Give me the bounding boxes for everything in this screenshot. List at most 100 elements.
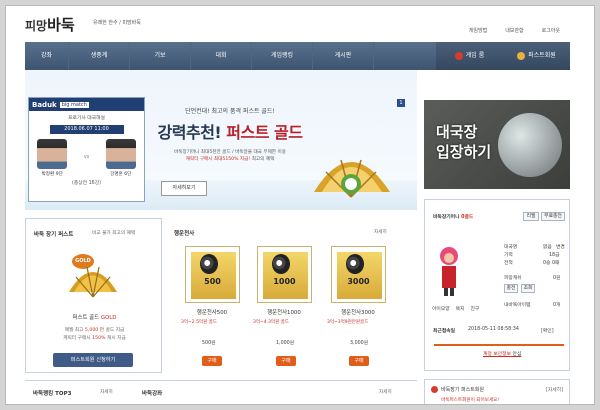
banner-detail-tail: 최고의 혜택 [251,157,275,162]
avatar-link-friends[interactable]: 친구 [470,305,479,312]
nav-records[interactable]: 기보 [130,42,191,70]
big-match-date: 2018.06.07 11:00 [49,125,124,134]
ranking-more-link[interactable]: 자세히 [100,389,113,395]
banner-detail-red: 캐릭터 구매시 최대5150% 지급! [185,157,251,162]
product-name: 퍼스트 골드 GOLD [26,313,163,321]
product-tagline: 비교 불가 최고의 혜택 [92,231,136,236]
slogan: 유쾌한 한수 / 피망바둑 [93,20,141,26]
item-price: 500원 [202,341,216,346]
nav-ranking[interactable]: 게임랭킹 [252,42,313,70]
lectures-more-link[interactable]: 자세히 [379,389,392,395]
gold-fan-icon [314,159,390,198]
row-val-name: 없음 [543,245,552,250]
row-val-record: 0승 0패 [543,261,560,266]
logo-prefix: 피망 [25,19,48,33]
apply-first-member-button[interactable]: 퍼스트회원 신청하기 [53,353,133,367]
buy-button[interactable]: 구매 [276,356,296,366]
enter-game-promo[interactable]: 대국장 입장하기 [424,100,570,189]
nav-live[interactable]: 생중계 [69,42,130,70]
banner-detail-line1: 바둑장기머니 최대5천만 골드 / 바둑알을 대국 무제한 이용 [174,150,286,155]
first-gold-box: 바둑 장기 퍼스트 비교 불가 최고의 혜택 GOLD 퍼스트 골드 GOLD … [25,218,162,373]
item-card-number: 500 [204,277,221,286]
notice-title: 바둑장기 퍼스트회원 [441,387,484,393]
buy-button[interactable]: 구매 [202,356,222,366]
row-key-record: 전적 [504,261,513,266]
angel-icon [346,254,364,274]
top-link-guide[interactable]: 게임방법 [469,27,487,34]
last-login-label: 최근접속일 [433,329,456,334]
divider-orange [434,344,564,346]
big-match-tag: big match [59,101,89,108]
desc2-prefix: 캐릭터 구매시 [63,336,91,341]
main-banner[interactable]: Baduk big match 프로기사 대국해설 2018.06.07 11:… [25,70,417,210]
item-card-number: 3000 [347,277,370,286]
first-member-label: 퍼스트회원 [528,52,556,59]
logo-main: 바둑 [47,16,75,34]
nav-game-room[interactable]: 게임 룸 [436,42,503,70]
row-key-cash: 피망캐쉬 [504,276,522,281]
banner-detail: 바둑장기머니 최대5천만 골드 / 바둑알을 대국 무제한 이용 캐릭터 구매시… [135,149,325,163]
row-key-items: 내바둑아이템 [504,303,531,308]
game-room-label: 게임 룸 [465,52,485,59]
player-two: 강명훈 6단 [105,139,136,177]
product-header: 바둑 장기 퍼스트 [34,232,74,238]
banner-headline: 강력추천! 퍼스트 골드 [135,119,325,143]
desc2-suffix: 캐시 지급 [107,336,126,341]
nav-tournament[interactable]: 대회 [191,42,252,70]
main-nav: 강좌 생중계 기보 대회 게임랭킹 게시판 게임 룸 퍼스트회원 [25,42,570,70]
item-price: 3,000원 [350,341,369,346]
refill-button[interactable]: 리필 [523,212,539,221]
first-member-icon [517,52,526,60]
big-match-footer: (총상전 16강) [71,181,102,186]
items-header: 행운천사 [174,231,195,237]
notice-more-link[interactable]: [자세히] [546,386,563,393]
nav-board[interactable]: 게시판 [313,42,374,70]
buy-button[interactable]: 구매 [349,356,369,366]
money-amount: 0골드 [461,215,474,220]
item-name: 행운천사1000 [267,310,301,316]
item-card-1000[interactable]: 1000 [257,246,312,303]
player-two-name: 강명훈 6단 [110,172,132,177]
big-match-box: Baduk big match 프로기사 대국해설 2018.06.07 11:… [28,97,145,202]
nav-first-member[interactable]: 퍼스트회원 [503,42,570,70]
desc1-suffix: 골드 지급 [105,328,125,333]
notice-line[interactable]: 바둑퍼스트회원이 되어보세요! [441,397,499,403]
item-price: 1,000원 [276,341,295,346]
security-info[interactable]: 계정 보안정보 안심 [483,350,521,357]
players: 박정환 9단 vs 강명훈 6단 [29,139,144,177]
angel-icon [272,254,290,274]
banner-line1: 단언컨대! 최고의 품격 퍼스트 골드! [185,108,275,115]
desc2-red: 150% [92,336,106,341]
row-change-link[interactable]: 변경 [556,243,565,250]
ranking-top3-title[interactable]: 바둑랭킹 TOP3 [33,389,71,397]
money-title: 바둑장기머니 0골드 [433,213,473,220]
free-charge-button[interactable]: 무료충전 [541,212,565,221]
charge-button[interactable]: 충전 [504,284,518,293]
headline-part1: 강력추천! [157,123,222,142]
game-room-icon [454,52,463,60]
gold-fan-small-icon [69,266,117,298]
items-more-link[interactable]: 자세히 [374,229,387,235]
item-card-500[interactable]: 500 [185,246,240,303]
item-card-3000[interactable]: 3000 [331,246,386,303]
logo[interactable]: 피망바둑 [25,14,75,35]
desc1-prefix: 매월 최고 [64,328,84,333]
last-login-confirm[interactable]: [확인] [541,327,554,334]
character-avatar[interactable] [434,244,464,299]
check-button[interactable]: 조회 [521,284,535,293]
item-desc: 3억~4.3억원 골드 [253,320,289,325]
page-frame: 피망바둑 유쾌한 한수 / 피망바둑 게임방법 내보관함 로그아웃 강좌 생중계… [5,5,595,405]
avatar-link-shape[interactable]: 아이모양 [432,305,450,312]
promo-line1: 대국장 [436,123,478,141]
avatar-link-mokji[interactable]: 목지 [456,305,465,312]
lectures-title[interactable]: 바둑강좌 [142,389,162,397]
nav-lectures[interactable]: 강좌 [25,42,69,70]
first-member-notice: 바둑장기 퍼스트회원 [자세히] 바둑퍼스트회원이 되어보세요! [424,379,570,404]
top-link-logout[interactable]: 로그아웃 [542,27,560,34]
banner-detail-button[interactable]: 자세히보기 [161,181,207,196]
go-bowl-icon [498,113,562,177]
player-one: 박정환 9단 [37,139,68,177]
item-name: 행운천사500 [196,310,228,316]
top-link-locker[interactable]: 내보관함 [505,27,523,34]
banner-pager[interactable]: 1 [397,99,405,107]
